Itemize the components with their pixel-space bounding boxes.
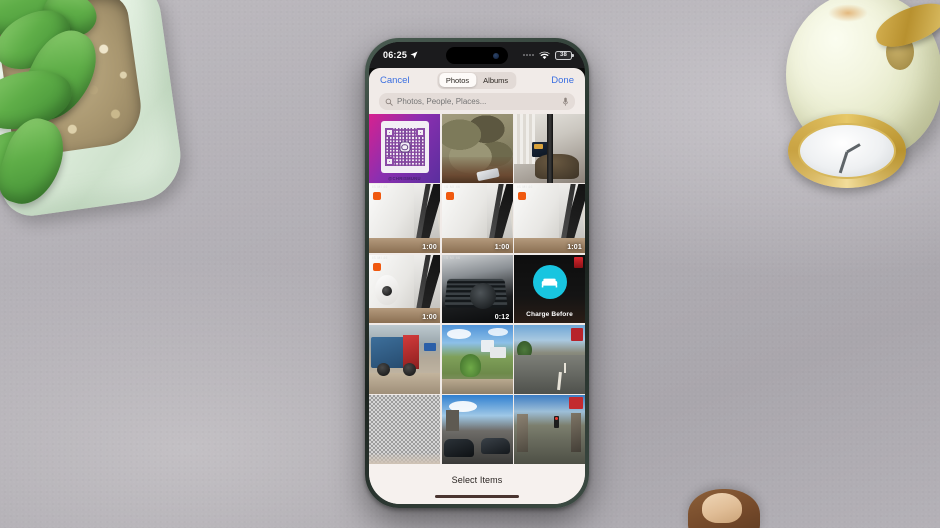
charge-before-photo[interactable]: Charge Before [514,254,585,324]
vent-video[interactable]: IS MI 46 0:12 [441,254,513,324]
photo-grid[interactable]: @CHRISMUNU IS MI 46 1:00 IS MI 46 1:00 I… [369,114,585,464]
highway-photo[interactable] [514,324,585,394]
bedroom-photo[interactable] [514,114,585,183]
succulent-plant [0,0,197,221]
video-duration: 0:12 [494,314,510,322]
home-indicator[interactable] [435,495,519,498]
phone-in-photo [475,167,500,181]
clock-face [788,114,906,188]
sheet-header: Cancel Photos Albums Done [369,68,585,92]
camouflage-photo[interactable] [441,114,513,183]
search-icon [385,98,393,106]
battery-icon: 38 [555,50,574,60]
tab-albums[interactable]: Albums [476,73,515,87]
app-badge-icon [518,192,526,201]
search-input[interactable] [397,97,558,106]
badge-icon [574,256,583,268]
tab-photos[interactable]: Photos [438,73,477,87]
robot-video-3[interactable]: IS MI 46 1:01 [514,184,585,254]
qr-username: @CHRISMUNU [388,175,421,181]
status-bar: 06:25 38 [369,42,585,68]
bottom-bar: Select Items [369,464,585,504]
clock-hour-hand [846,143,861,154]
charge-caption: Charge Before [526,311,573,319]
app-badge-icon [445,192,454,201]
status-left: 06:25 [383,50,418,60]
clock-minute-hand [838,151,849,174]
cancel-button[interactable]: Cancel [380,75,410,86]
status-right: 38 [523,50,574,60]
microphone-icon[interactable] [562,97,569,107]
dynamic-island [446,47,508,64]
segmented-control[interactable]: Photos Albums [437,71,517,89]
qr-code-icon [384,128,425,167]
instagram-qr-photo[interactable]: @CHRISMUNU [369,114,440,183]
fingertip [688,489,760,528]
app-badge-icon [373,262,381,271]
video-duration: 1:01 [567,244,582,252]
video-timestamp: IS MI 46 [372,255,388,260]
location-arrow-icon [410,51,418,59]
app-badge-icon [373,192,381,201]
video-duration: 1:00 [422,244,437,252]
clock-dial [798,123,896,179]
video-timestamp: IS MI 46 [372,185,388,190]
fingernail [702,493,742,523]
wifi-icon [539,51,550,59]
search-bar[interactable] [379,93,575,110]
robot-video-2[interactable]: IS MI 46 1:00 [441,184,513,254]
device-video[interactable]: IS MI 46 1:00 [369,254,440,324]
onyx-apple-clock [782,0,940,188]
photo-picker-sheet: Cancel Photos Albums Done Photos, People… [369,68,585,504]
bed-icon [541,278,558,288]
phone-device: 06:25 38 Cancel Photos Albums Done Photo… [365,38,589,508]
city-cars-photo[interactable] [441,395,513,464]
signal-dots-icon [523,54,534,56]
apple-blush [828,4,868,22]
instagram-icon [399,141,410,153]
phone-screen[interactable]: 06:25 38 Cancel Photos Albums Done Photo… [369,42,585,504]
qr-card [380,121,429,174]
video-duration: 1:00 [494,244,510,252]
bed [535,154,580,179]
gravel-photo[interactable] [369,395,440,464]
pole [546,114,553,183]
bed-badge [532,265,567,300]
blue-truck-photo[interactable] [369,324,440,394]
done-button[interactable]: Done [551,75,574,86]
battery-level: 38 [559,52,568,58]
roadside-plant-photo[interactable] [441,324,513,394]
video-timestamp: IS MI 46 [444,255,461,260]
video-timestamp: IS MI 46 [517,185,533,190]
video-timestamp: IS MI 46 [444,185,461,190]
gate-photo[interactable] [514,395,585,464]
status-time: 06:25 [383,50,408,60]
video-duration: 1:00 [422,314,437,322]
select-items-button[interactable]: Select Items [452,475,503,485]
robot-video-1[interactable]: IS MI 46 1:00 [369,184,440,254]
front-camera-icon [493,52,499,59]
